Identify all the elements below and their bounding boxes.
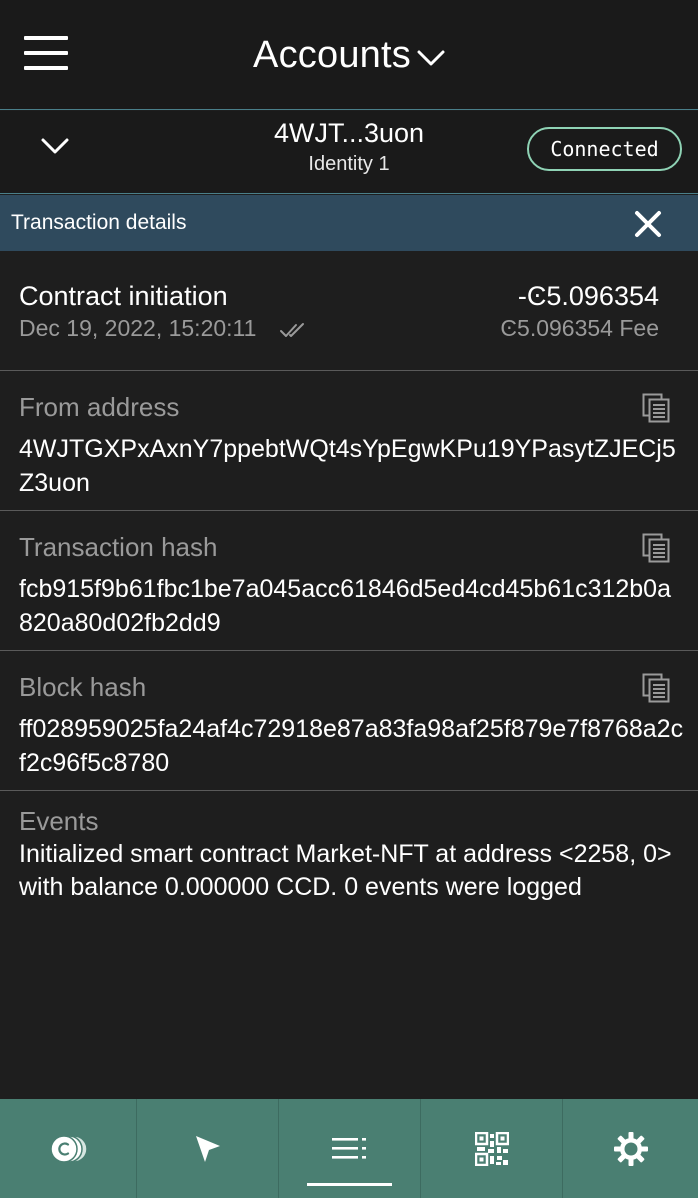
settings-icon — [613, 1131, 648, 1166]
divider — [0, 790, 698, 791]
block-hash-label: Block hash — [19, 672, 147, 702]
nav-send[interactable] — [137, 1099, 279, 1198]
divider — [0, 510, 698, 511]
block-hash-value: ff028959025fa24af4c72918e87a83fa98af25f8… — [19, 715, 684, 777]
tokens-icon — [50, 1134, 88, 1163]
transaction-details-title: Transaction details — [11, 211, 187, 234]
close-icon[interactable] — [632, 208, 664, 240]
accounts-dropdown[interactable]: Accounts — [0, 30, 698, 80]
connected-status-badge: Connected — [527, 127, 682, 171]
bottom-nav — [0, 1099, 698, 1198]
from-address-label: From address — [19, 392, 180, 422]
transaction-amount: -Ͼ5.096354 — [517, 281, 659, 311]
transaction-type: Contract initiation — [19, 281, 228, 311]
transaction-date: Dec 19, 2022, 15:20:11 — [19, 315, 257, 341]
nav-tokens[interactable] — [0, 1099, 137, 1198]
transaction-hash-value: fcb915f9b61fbc1be7a045acc61846d5ed4cd45b… — [19, 575, 671, 637]
divider — [0, 370, 698, 371]
double-check-icon — [280, 323, 304, 337]
events-label: Events — [19, 806, 99, 836]
active-tab-indicator — [307, 1183, 392, 1186]
qr-code-icon — [474, 1131, 509, 1166]
send-icon — [195, 1135, 220, 1162]
copy-from-address-icon[interactable] — [642, 393, 670, 423]
events-value: Initialized smart contract Market-NFT at… — [19, 840, 672, 901]
nav-settings[interactable] — [563, 1099, 698, 1198]
nav-transactions[interactable] — [279, 1099, 421, 1198]
divider — [0, 650, 698, 651]
transaction-hash-label: Transaction hash — [19, 532, 218, 562]
nav-qr-code[interactable] — [421, 1099, 563, 1198]
transaction-fee: Ͼ5.096354 Fee — [500, 315, 659, 341]
copy-transaction-hash-icon[interactable] — [642, 533, 670, 563]
copy-block-hash-icon[interactable] — [642, 673, 670, 703]
transactions-icon — [331, 1137, 366, 1159]
from-address-value: 4WJTGXPxAxnY7ppebtWQt4sYpEgwKPu19YPasytZ… — [19, 435, 676, 497]
chevron-down-icon — [417, 50, 445, 66]
page-title: Accounts — [253, 33, 411, 76]
